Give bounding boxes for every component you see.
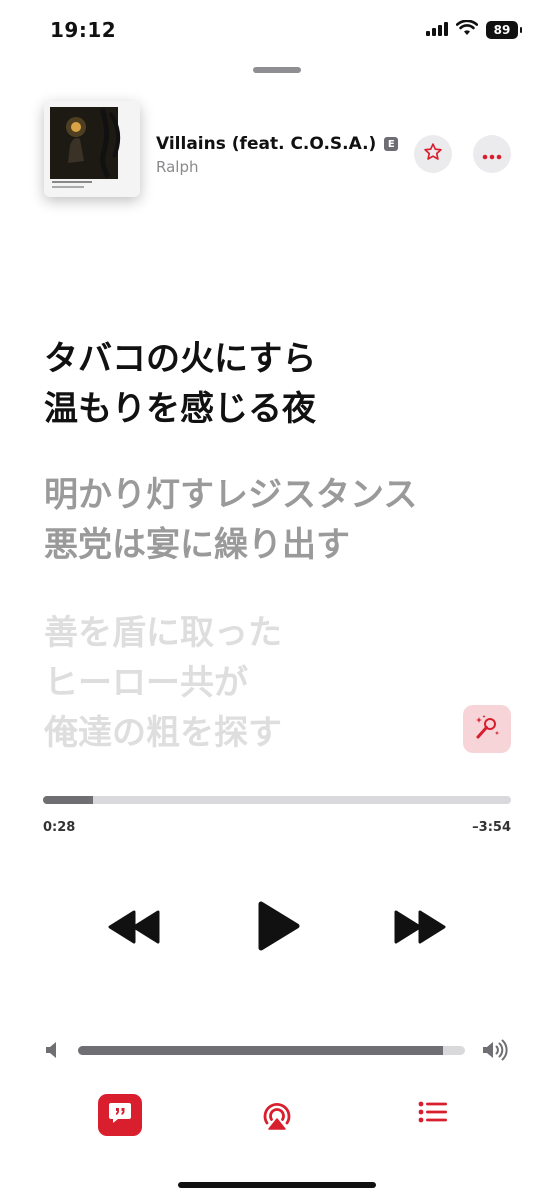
status-time: 19:12 <box>50 18 117 42</box>
volume-level-fill <box>78 1046 443 1055</box>
lyric-line: ヒーロー共が <box>44 663 248 703</box>
playback-scrubber[interactable] <box>43 796 511 804</box>
track-artist[interactable]: Ralph <box>156 158 198 176</box>
album-artwork[interactable] <box>44 101 140 197</box>
lyrics-quote-bubble-icon <box>107 1100 133 1130</box>
lyric-line: タバコの火にすら <box>44 339 317 379</box>
airplay-button[interactable] <box>258 1096 296 1138</box>
star-icon <box>423 142 443 166</box>
home-indicator[interactable] <box>178 1182 376 1188</box>
battery-level: 89 <box>493 23 511 37</box>
favorite-button[interactable] <box>414 135 452 173</box>
fast-forward-icon <box>392 910 448 948</box>
lyric-next[interactable]: 明かり灯すレジスタンス 悪党は宴に繰り出す <box>44 470 417 570</box>
sing-mode-button[interactable] <box>463 705 511 753</box>
wifi-icon <box>455 19 479 40</box>
status-icons: 89 <box>426 19 522 40</box>
play-icon <box>255 900 301 956</box>
ellipsis-icon <box>482 145 502 164</box>
volume-slider[interactable] <box>78 1046 465 1055</box>
playback-progress-fill <box>43 796 94 804</box>
cellular-signal-icon <box>426 21 448 40</box>
airplay-audio-icon <box>258 1102 296 1138</box>
queue-button[interactable] <box>418 1100 448 1128</box>
sparkle-microphone-icon <box>473 713 501 745</box>
queue-list-icon <box>418 1101 448 1128</box>
elapsed-time: 0:28 <box>43 820 76 835</box>
sheet-grabber[interactable] <box>253 67 301 73</box>
play-button[interactable] <box>250 898 306 958</box>
speaker-low-icon <box>44 1040 62 1064</box>
rewind-button[interactable] <box>104 906 164 952</box>
track-title-row: Villains (feat. C.O.S.A.) E <box>156 134 399 154</box>
battery-icon: 89 <box>486 21 522 39</box>
rewind-icon <box>106 910 162 948</box>
remaining-time: –3:54 <box>472 820 511 835</box>
track-title: Villains (feat. C.O.S.A.) <box>156 134 377 154</box>
lyric-line: 俺達の粗を探す <box>44 713 282 753</box>
speaker-high-icon <box>481 1038 509 1066</box>
lyric-line: 温もりを感じる夜 <box>44 389 316 429</box>
lyric-line: 明かり灯すレジスタンス <box>44 475 418 515</box>
fast-forward-button[interactable] <box>390 906 450 952</box>
more-options-button[interactable] <box>473 135 511 173</box>
lyrics-toggle-button[interactable] <box>98 1094 142 1136</box>
lyric-line: 悪党は宴に繰り出す <box>44 525 350 565</box>
explicit-badge: E <box>384 137 399 151</box>
lyric-current[interactable]: タバコの火にすら 温もりを感じる夜 <box>44 334 316 434</box>
lyric-later[interactable]: 善を盾に取った ヒーロー共が 俺達の粗を探す <box>44 608 282 758</box>
lyric-line: 善を盾に取った <box>44 613 282 653</box>
